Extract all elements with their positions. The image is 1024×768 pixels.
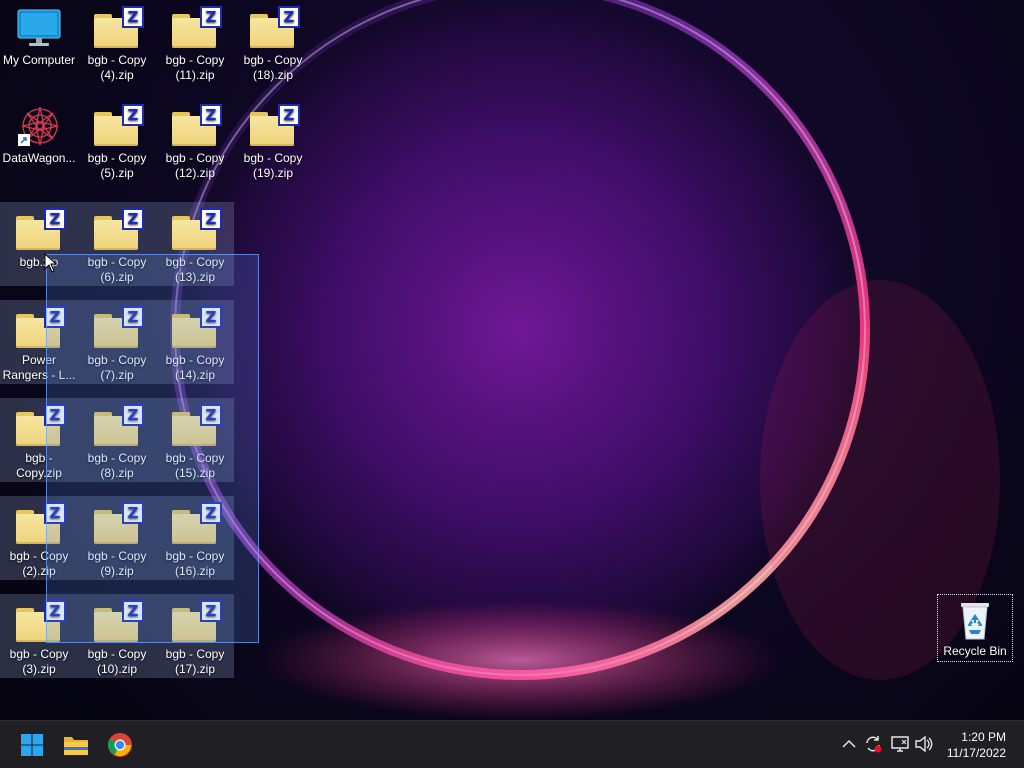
desktop-icon[interactable]: Z Power Rangers - L... bbox=[0, 300, 78, 384]
zip-file-icon: Z bbox=[92, 600, 144, 644]
desktop-icon-label: bgb - Copy (6).zip bbox=[87, 255, 147, 284]
zip-file-icon: Z bbox=[14, 600, 66, 644]
desktop-icon[interactable]: Zbgb - Copy (12).zip bbox=[156, 98, 234, 192]
chevron-up-icon bbox=[842, 739, 856, 748]
desktop-icon[interactable]: Zbgb - Copy (3).zip bbox=[0, 594, 78, 678]
windows-logo-icon bbox=[21, 734, 43, 756]
desktop-icon[interactable]: Zbgb - Copy (6).zip bbox=[78, 202, 156, 286]
start-button[interactable] bbox=[16, 729, 48, 761]
recycle-bin-label: Recycle Bin bbox=[943, 644, 1007, 658]
desktop-icon-label: bgb - Copy (13).zip bbox=[165, 255, 225, 284]
mouse-cursor-icon bbox=[44, 253, 58, 273]
desktop-icon[interactable]: Zbgb - Copy (13).zip bbox=[156, 202, 234, 286]
desktop-icon[interactable]: Zbgb - Copy (5).zip bbox=[78, 98, 156, 192]
desktop-icon-label: bgb - Copy (5).zip bbox=[87, 151, 147, 180]
desktop-icon[interactable]: My Computer bbox=[0, 0, 78, 94]
zip-file-icon: Z bbox=[248, 6, 300, 50]
desktop-icon-label: bgb - Copy (4).zip bbox=[87, 53, 147, 82]
desktop-icon-label: bgb.zip bbox=[19, 255, 59, 269]
zip-file-icon: Z bbox=[14, 208, 66, 252]
zip-file-icon: Z bbox=[170, 600, 222, 644]
desktop-icon[interactable]: Zbgb - Copy (18).zip bbox=[234, 0, 312, 94]
zip-file-icon: Z bbox=[92, 6, 144, 50]
zip-file-icon: Z bbox=[248, 104, 300, 148]
desktop-icon[interactable]: Zbgb - Copy (9).zip bbox=[78, 496, 156, 580]
taskbar-clock[interactable]: 1:20 PM 11/17/2022 bbox=[936, 729, 1006, 761]
folder-icon bbox=[64, 737, 88, 755]
desktop-icon-label: bgb - Copy (7).zip bbox=[87, 353, 147, 382]
computer-monitor-icon bbox=[14, 6, 64, 50]
zip-file-icon: Z bbox=[92, 502, 144, 546]
desktop-icon-label: bgb - Copy (11).zip bbox=[165, 53, 225, 82]
zip-file-icon: Z bbox=[170, 208, 222, 252]
desktop-icon[interactable]: Zbgb - Copy (10).zip bbox=[78, 594, 156, 678]
zip-file-icon: Z bbox=[170, 104, 222, 148]
show-hidden-icons-chevron[interactable] bbox=[838, 733, 860, 755]
zip-file-icon: Z bbox=[14, 306, 66, 350]
zip-file-icon: Z bbox=[14, 502, 66, 546]
taskbar: 1:20 PM 11/17/2022 bbox=[0, 720, 1024, 768]
desktop-icon[interactable]: Zbgb - Copy (2).zip bbox=[0, 496, 78, 580]
desktop-icon-label: bgb - Copy (14).zip bbox=[165, 353, 225, 382]
desktop-icon-label: bgb - Copy (18).zip bbox=[243, 53, 303, 82]
zip-file-icon: Z bbox=[170, 502, 222, 546]
desktop-icon[interactable]: Zbgb - Copy (17).zip bbox=[156, 594, 234, 678]
desktop-icon-label: bgb - Copy (10).zip bbox=[87, 647, 147, 676]
desktop-icon[interactable]: Zbgb - Copy (8).zip bbox=[78, 398, 156, 482]
chrome-button[interactable] bbox=[104, 729, 136, 761]
zip-file-icon: Z bbox=[92, 208, 144, 252]
zip-file-icon: Z bbox=[170, 6, 222, 50]
clock-time: 1:20 PM bbox=[961, 730, 1006, 744]
zip-file-icon: Z bbox=[14, 404, 66, 448]
sync-icon bbox=[866, 736, 882, 753]
desktop-icon-label: bgb - Copy.zip bbox=[16, 451, 62, 480]
desktop-icon-label: DataWagon... bbox=[2, 151, 76, 165]
chrome-icon bbox=[108, 733, 132, 757]
desktop-icon-label: bgb - Copy (17).zip bbox=[165, 647, 225, 676]
tray-network[interactable] bbox=[889, 733, 911, 755]
desktop-icon[interactable]: Zbgb - Copy (11).zip bbox=[156, 0, 234, 94]
volume-icon bbox=[915, 735, 933, 753]
zip-file-icon: Z bbox=[170, 306, 222, 350]
zip-file-icon: Z bbox=[92, 404, 144, 448]
desktop-icon-label: bgb - Copy (16).zip bbox=[165, 549, 225, 578]
desktop-icon[interactable]: Zbgb - Copy (14).zip bbox=[156, 300, 234, 384]
desktop-icon-label: bgb - Copy (9).zip bbox=[87, 549, 147, 578]
zip-file-icon: Z bbox=[170, 404, 222, 448]
zip-file-icon: Z bbox=[92, 104, 144, 148]
desktop-icon[interactable]: Zbgb - Copy (16).zip bbox=[156, 496, 234, 580]
desktop-icon-label: bgb - Copy (12).zip bbox=[165, 151, 225, 180]
tray-sync[interactable] bbox=[862, 733, 884, 755]
desktop-icon[interactable]: Zbgb - Copy (7).zip bbox=[78, 300, 156, 384]
desktop-icon-label: bgb - Copy (3).zip bbox=[9, 647, 69, 676]
desktop-icon[interactable]: Zbgb - Copy (19).zip bbox=[234, 98, 312, 192]
file-explorer-button[interactable] bbox=[60, 729, 92, 761]
tray-volume[interactable] bbox=[913, 733, 935, 755]
desktop-icon[interactable]: Zbgb - Copy (4).zip bbox=[78, 0, 156, 94]
zip-file-icon: Z bbox=[92, 306, 144, 350]
desktop-icon-label: bgb - Copy (15).zip bbox=[165, 451, 225, 480]
desktop-icon[interactable]: DataWagon... bbox=[0, 98, 78, 192]
desktop-icon-label: bgb - Copy (8).zip bbox=[87, 451, 147, 480]
desktop-icon-recycle-bin[interactable]: Recycle Bin bbox=[937, 594, 1013, 662]
desktop-icon-label: bgb - Copy (19).zip bbox=[243, 151, 303, 180]
network-icon bbox=[891, 736, 909, 752]
desktop-icon[interactable]: Zbgb - Copy (15).zip bbox=[156, 398, 234, 482]
desktop-icon-label: My Computer bbox=[2, 53, 76, 67]
clock-date: 11/17/2022 bbox=[946, 746, 1006, 760]
desktop-icon-label: Power Rangers - L... bbox=[2, 353, 76, 382]
desktop-icon[interactable]: Zbgb.zip bbox=[0, 202, 78, 286]
desktop-icon[interactable]: Zbgb - Copy.zip bbox=[0, 398, 78, 482]
recycle-bin-icon bbox=[955, 597, 995, 641]
desktop-icon-label: bgb - Copy (2).zip bbox=[9, 549, 69, 578]
datawagon-app-icon bbox=[14, 104, 64, 148]
